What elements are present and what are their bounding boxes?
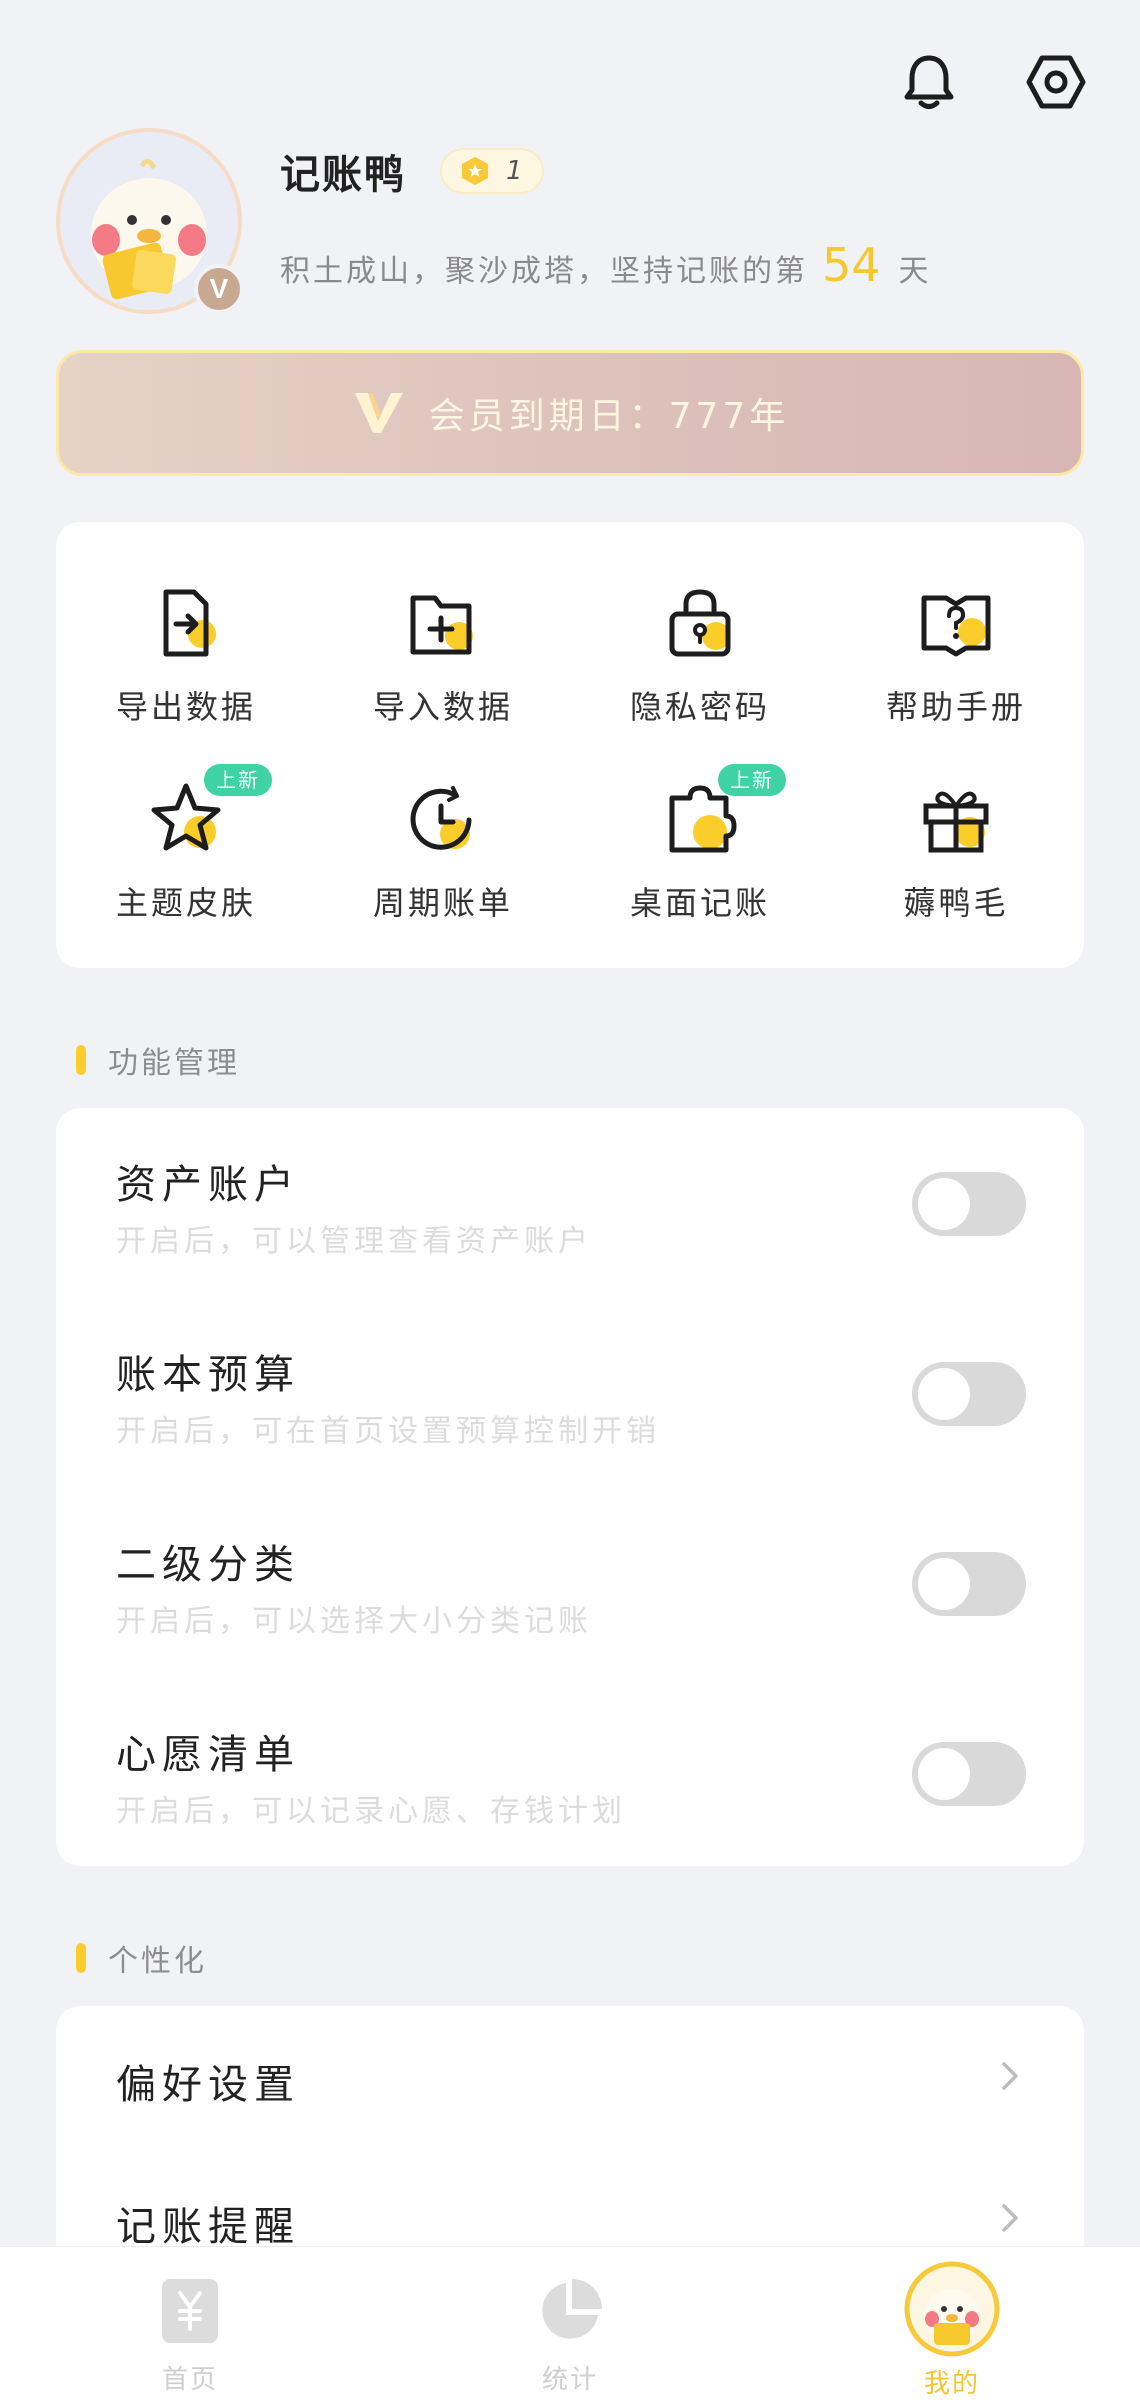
nav-row-preferences[interactable]: 偏好设置 [56,2006,1084,2146]
streak-days: 54 [822,238,881,292]
quick-action-label: 隐私密码 [629,688,770,726]
quick-action-label: 主题皮肤 [115,884,256,922]
quick-action-label: 周期账单 [372,884,513,922]
streak-suffix: 天 [898,254,932,289]
quick-action-help[interactable]: 帮助手册 [856,584,1056,754]
new-tag: 上新 [204,764,272,796]
import-folder-icon [403,584,483,664]
quick-action-recurring-bill[interactable]: 周期账单 [343,780,543,950]
toggle-assets[interactable] [912,1172,1026,1236]
streak-text: 积土成山，聚沙成塔，坚持记账的第 54 天 [280,238,932,292]
section-accent-bar [76,1943,86,1973]
feature-desc: 开启后，可以记录心愿、存钱计划 [116,1794,626,1829]
gift-icon [916,780,996,860]
feature-desc: 开启后，可以管理查看资产账户 [116,1224,592,1259]
feature-title: 二级分类 [116,1542,300,1588]
tab-label: 我的 [923,2369,980,2399]
vip-badge: V [194,264,244,314]
avatar[interactable]: V [56,128,244,314]
quick-action-label: 帮助手册 [885,688,1026,726]
quick-action-import[interactable]: 导入数据 [343,584,543,754]
quick-action-gift[interactable]: 薅鸭毛 [856,780,1056,950]
feature-title: 资产账户 [116,1162,300,1208]
feature-title: 账本预算 [116,1352,300,1398]
streak-prefix: 积土成山，聚沙成塔，坚持记账的第 [280,254,808,289]
toggle-budget[interactable] [912,1362,1026,1426]
feature-row-wishlist: 心愿清单 开启后，可以记录心愿、存钱计划 [56,1678,1084,1868]
duck-avatar-icon [904,2261,1000,2357]
chevron-right-icon [1002,2062,1018,2090]
tab-home[interactable]: 首页 [70,2247,310,2400]
level-number: 1 [506,156,523,186]
quick-action-export[interactable]: 导出数据 [86,584,286,754]
quick-action-label: 桌面记账 [629,884,770,922]
yuan-note-icon [148,2269,232,2353]
bell-icon[interactable] [893,46,965,118]
tab-label: 首页 [161,2365,218,2395]
member-banner[interactable]: 会员到期日：777年 [56,350,1084,476]
export-file-icon [146,584,226,664]
level-hex-icon [462,157,488,185]
feature-desc: 开启后，可在首页设置预算控制开销 [116,1414,660,1449]
widget-icon: 上新 [660,764,786,860]
pie-chart-icon [528,2269,612,2353]
settings-hex-icon[interactable] [1020,46,1092,118]
quick-action-privacy[interactable]: 隐私密码 [600,584,800,754]
lock-icon [660,584,740,664]
feature-row-budget: 账本预算 开启后，可在首页设置预算控制开销 [56,1298,1084,1488]
feature-row-subcategory: 二级分类 开启后，可以选择大小分类记账 [56,1488,1084,1678]
toggle-knob [918,1368,970,1420]
quick-action-theme[interactable]: 上新 主题皮肤 [86,764,286,950]
toggle-knob [918,1558,970,1610]
nav-row-title: 偏好设置 [116,2062,300,2108]
toggle-knob [918,1748,970,1800]
chevron-right-icon [1002,2204,1018,2232]
nav-row-title: 记账提醒 [116,2204,300,2250]
quick-action-label: 薅鸭毛 [903,884,1009,922]
member-expiry: 会员到期日：777年 [428,396,790,437]
quick-actions-card: 导出数据 导入数据 隐私密码 帮助手册 上新 主题皮肤 周期账单 上新 桌面记账… [56,522,1084,968]
toggle-knob [918,1178,970,1230]
section-accent-bar [76,1045,86,1075]
section-header-personal: 个性化 [76,1936,207,1980]
new-tag: 上新 [718,764,786,796]
star-icon: 上新 [146,764,272,860]
section-header-features: 功能管理 [76,1038,240,1082]
section-title: 个性化 [108,1944,207,1979]
feature-desc: 开启后，可以选择大小分类记账 [116,1604,592,1639]
feature-title: 心愿清单 [116,1732,300,1778]
quick-action-label: 导入数据 [372,688,513,726]
toggle-subcategory[interactable] [912,1552,1026,1616]
section-title: 功能管理 [108,1046,240,1081]
toggle-wishlist[interactable] [912,1742,1026,1806]
username: 记账鸭 [280,152,406,198]
vip-v-icon [354,393,403,433]
help-book-icon [916,584,996,664]
features-card: 资产账户 开启后，可以管理查看资产账户 账本预算 开启后，可在首页设置预算控制开… [56,1108,1084,1866]
feature-row-assets: 资产账户 开启后，可以管理查看资产账户 [56,1108,1084,1298]
tab-label: 统计 [541,2365,598,2395]
quick-action-label: 导出数据 [115,688,256,726]
tab-mine[interactable]: 我的 [832,2247,1072,2400]
quick-action-desktop-widget[interactable]: 上新 桌面记账 [600,764,800,950]
tab-stats[interactable]: 统计 [450,2247,690,2400]
bottom-tab-bar: 首页 统计 我的 [0,2246,1140,2400]
clock-icon [403,780,483,860]
level-badge[interactable]: 1 [440,148,544,194]
